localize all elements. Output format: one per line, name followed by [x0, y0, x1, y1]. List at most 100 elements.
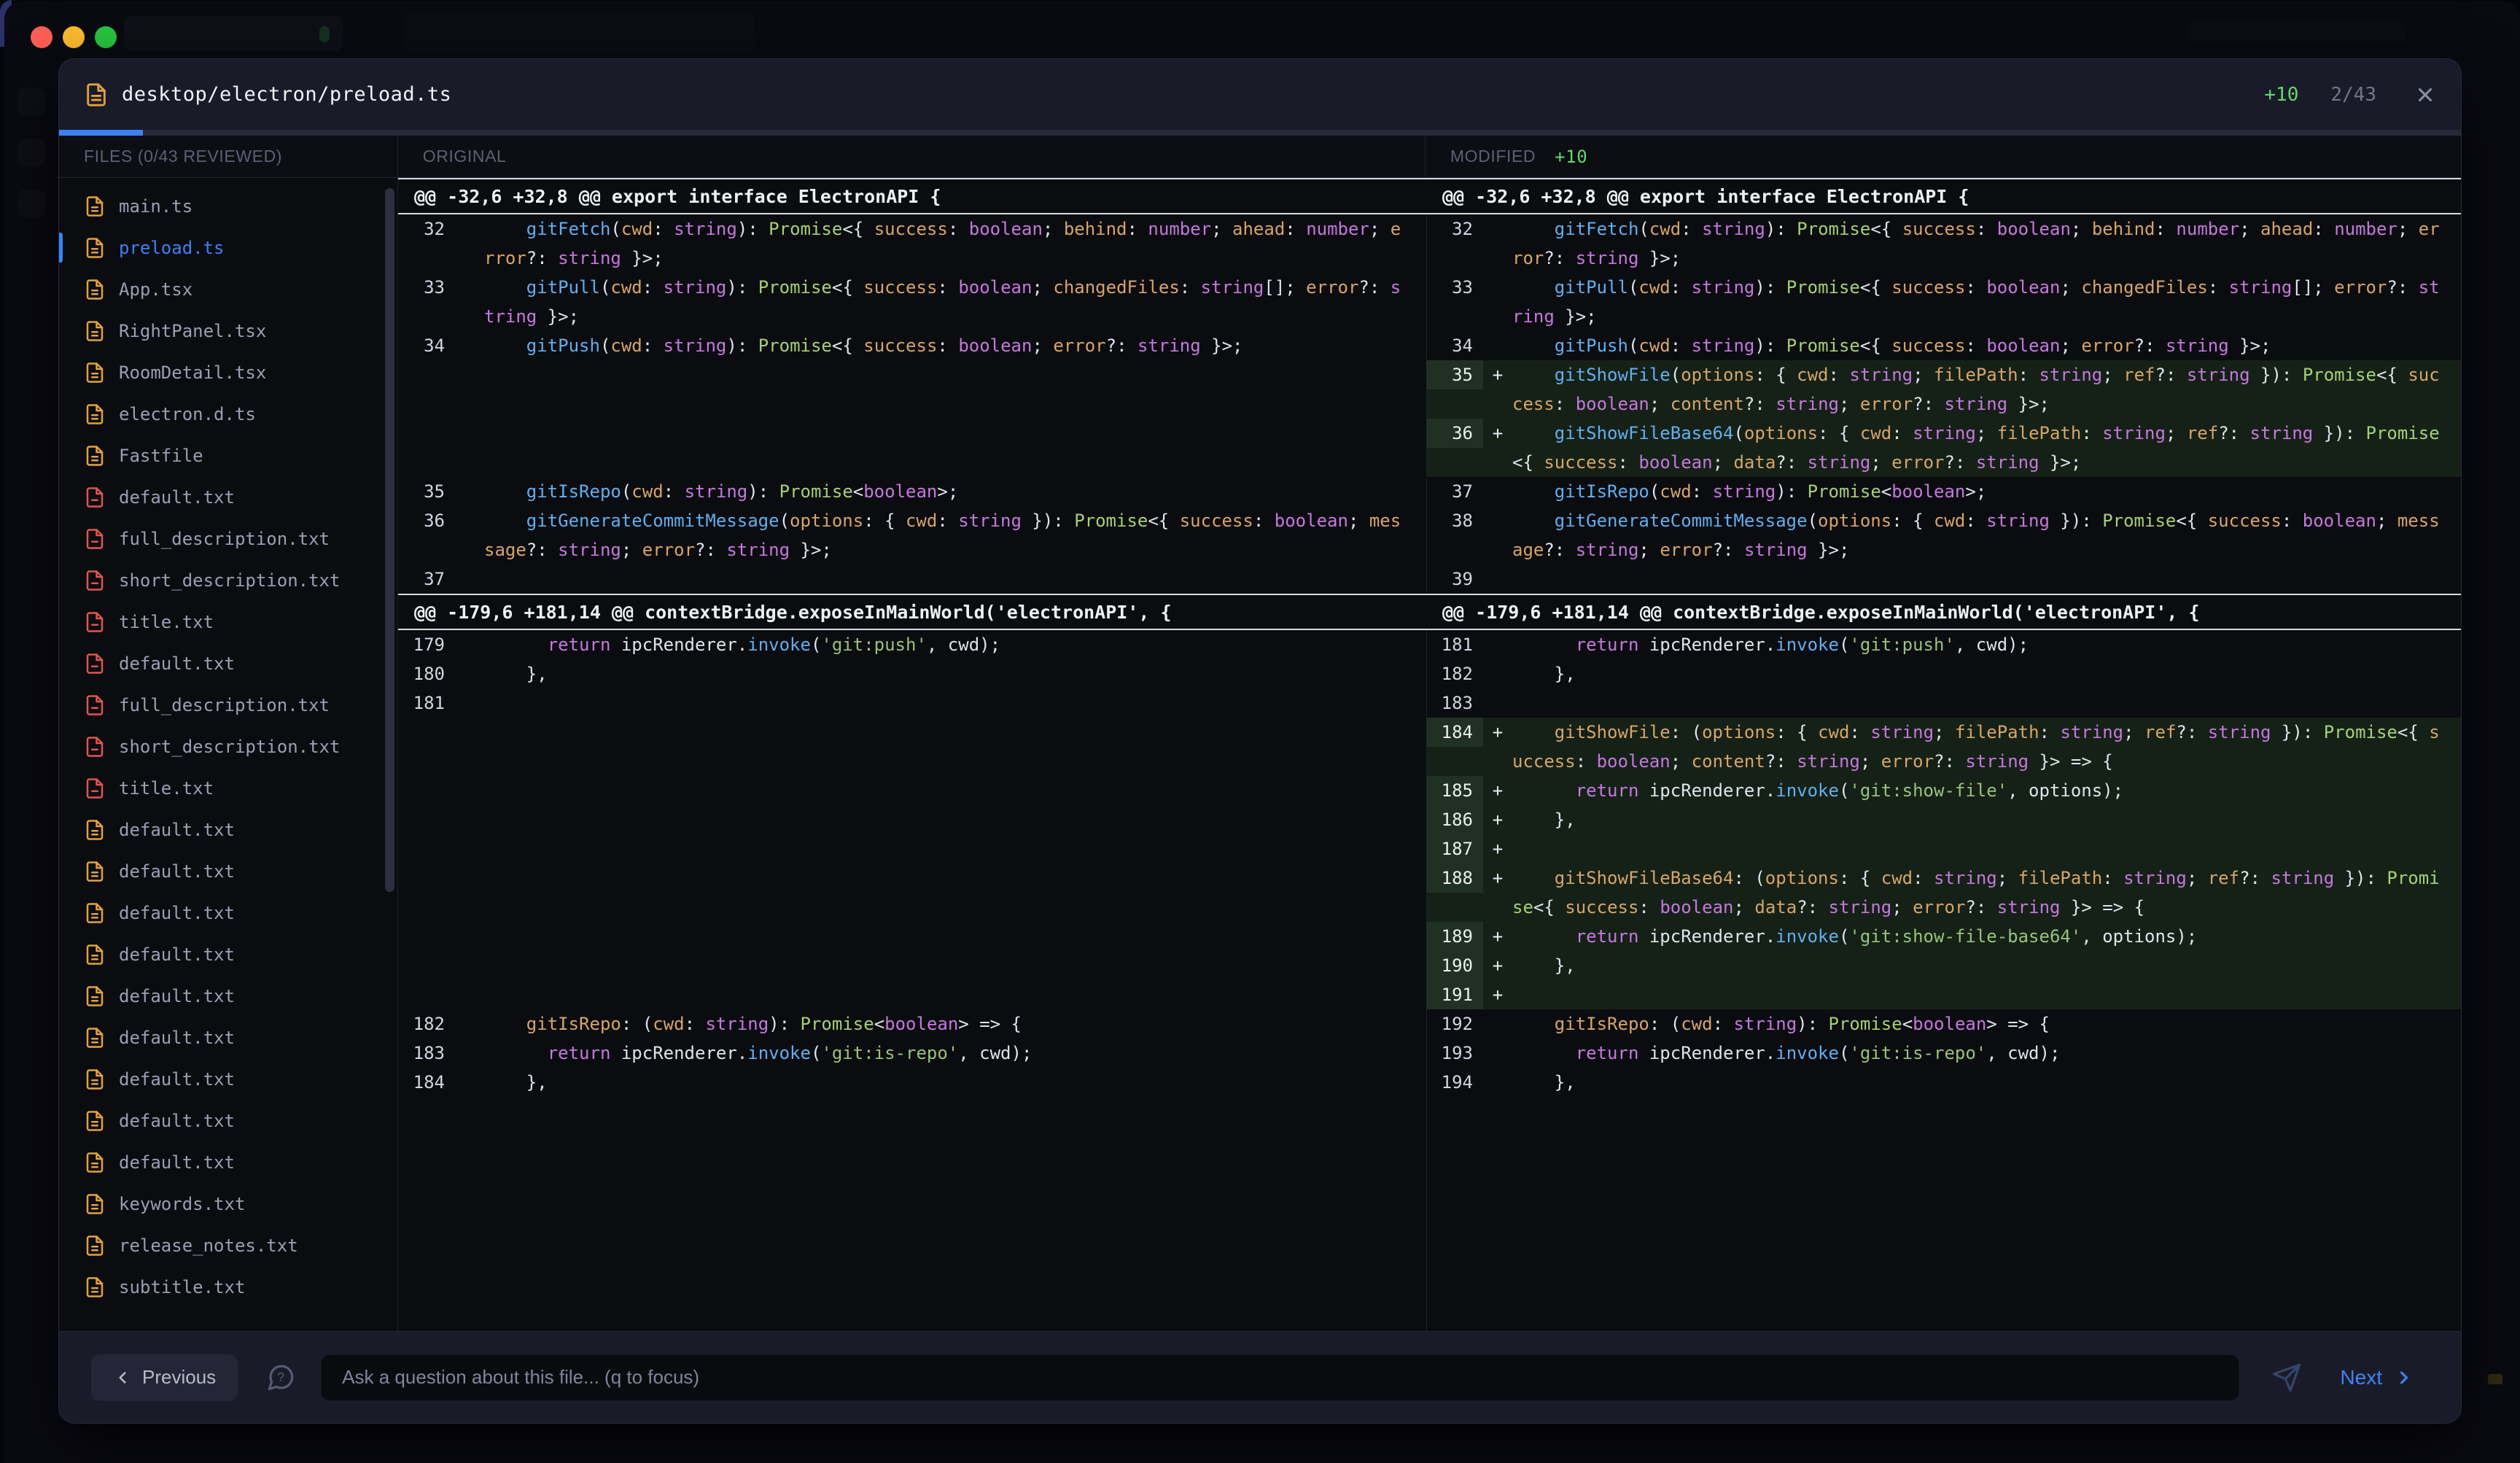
hunk-header-left: @@ -32,6 +32,8 @@ export interface Elect… — [398, 178, 1426, 214]
traffic-light-minimize-icon[interactable] — [63, 26, 85, 48]
file-name: default.txt — [119, 1069, 235, 1090]
code-text — [1512, 564, 2461, 594]
diff-line: 182 }, — [1426, 659, 2461, 688]
code-text: }, — [484, 1068, 1426, 1097]
file-minus-icon — [84, 528, 106, 550]
sidebar-file-default-txt[interactable]: default.txt — [59, 892, 397, 934]
modal-header: desktop/electron/preload.ts +10 2/43 — [59, 59, 2461, 130]
modified-pane-header: MODIFIED +10 — [1426, 136, 2461, 177]
sidebar-file-default-txt[interactable]: default.txt — [59, 1141, 397, 1183]
diff-line: 179 return ipcRenderer.invoke('git:push'… — [398, 630, 1426, 659]
file-name: default.txt — [119, 1111, 235, 1131]
file-text-icon — [84, 195, 106, 217]
sidebar-file-default-txt[interactable]: default.txt — [59, 1100, 397, 1141]
chat-question-icon[interactable]: ? — [265, 1362, 296, 1393]
file-name: default.txt — [119, 820, 235, 840]
code-text — [484, 564, 1426, 594]
previous-file-button[interactable]: Previous — [91, 1354, 238, 1401]
file-name: subtitle.txt — [119, 1277, 245, 1297]
diff-line: 35 gitIsRepo(cwd: string): Promise<boole… — [398, 477, 1426, 506]
line-number: 182 — [1426, 659, 1483, 688]
footer-bar: Previous ? Next — [59, 1331, 2461, 1423]
line-number: 39 — [1426, 564, 1483, 594]
line-number: 191 — [1426, 980, 1483, 1009]
review-progress-bar — [59, 130, 2461, 136]
svg-text:?: ? — [277, 1369, 284, 1384]
sidebar-file-release-notes-txt[interactable]: release_notes.txt — [59, 1225, 397, 1266]
diff-line: 38 gitGenerateCommitMessage(options: { c… — [1426, 506, 2461, 564]
code-text: }, — [1512, 951, 2461, 980]
background-searchbar — [405, 12, 755, 54]
file-minus-icon — [84, 486, 106, 508]
file-minus-icon — [84, 570, 106, 591]
diff-filler — [398, 951, 1426, 980]
sidebar-file-default-txt[interactable]: default.txt — [59, 643, 397, 684]
code-text: gitShowFile: (options: { cwd: string; fi… — [1512, 718, 2461, 776]
diff-filler — [398, 419, 1426, 477]
file-text-icon — [84, 1193, 106, 1215]
sidebar-file-title-txt[interactable]: title.txt — [59, 601, 397, 643]
file-text-icon — [84, 1152, 106, 1173]
file-position-counter: 2/43 — [2330, 84, 2376, 106]
sidebar-file-RoomDetail-tsx[interactable]: RoomDetail.tsx — [59, 352, 397, 393]
diff-marker: + — [1483, 419, 1512, 448]
line-number: 192 — [1426, 1009, 1483, 1039]
sidebar-file-subtitle-txt[interactable]: subtitle.txt — [59, 1266, 397, 1308]
sidebar-file-default-txt[interactable]: default.txt — [59, 975, 397, 1017]
diff-filler — [398, 864, 1426, 922]
file-name: RoomDetail.tsx — [119, 362, 266, 383]
close-icon[interactable] — [2414, 84, 2436, 106]
file-text-icon — [84, 985, 106, 1007]
ask-question-input[interactable] — [321, 1354, 2239, 1401]
code-text: gitShowFileBase64(options: { cwd: string… — [1512, 419, 2461, 477]
sidebar-file-default-txt[interactable]: default.txt — [59, 1017, 397, 1058]
sidebar-file-short-description-txt[interactable]: short_description.txt — [59, 726, 397, 767]
line-number: 190 — [1426, 951, 1483, 980]
file-name: electron.d.ts — [119, 404, 256, 424]
code-text: gitGenerateCommitMessage(options: { cwd:… — [484, 506, 1426, 564]
diff-line: 183 — [1426, 688, 2461, 718]
sidebar-file-default-txt[interactable]: default.txt — [59, 850, 397, 892]
code-text: gitIsRepo(cwd: string): Promise<boolean>… — [484, 477, 1426, 506]
send-icon[interactable] — [2271, 1362, 2302, 1393]
file-text-icon — [84, 237, 106, 259]
traffic-light-close-icon[interactable] — [31, 26, 52, 48]
sidebar-file-default-txt[interactable]: default.txt — [59, 934, 397, 975]
line-number: 184 — [398, 1068, 455, 1097]
sidebar-file-default-txt[interactable]: default.txt — [59, 476, 397, 518]
code-text: return ipcRenderer.invoke('git:show-file… — [1512, 922, 2461, 951]
sidebar-file-default-txt[interactable]: default.txt — [59, 1058, 397, 1100]
sidebar-file-title-txt[interactable]: title.txt — [59, 767, 397, 809]
line-number: 184 — [1426, 718, 1483, 747]
line-number: 179 — [398, 630, 455, 659]
line-number: 187 — [1426, 834, 1483, 864]
diff-line: 34 gitPush(cwd: string): Promise<{ succe… — [398, 331, 1426, 360]
file-text-icon — [84, 944, 106, 966]
sidebar-file-RightPanel-tsx[interactable]: RightPanel.tsx — [59, 310, 397, 352]
background-indicator — [319, 26, 330, 42]
sidebar-file-electron-d-ts[interactable]: electron.d.ts — [59, 393, 397, 435]
code-text — [1512, 688, 2461, 718]
sidebar-file-main-ts[interactable]: main.ts — [59, 185, 397, 227]
sidebar-scrollbar[interactable] — [385, 188, 394, 892]
file-text-icon — [84, 819, 106, 841]
sidebar-file-full-description-txt[interactable]: full_description.txt — [59, 684, 397, 726]
traffic-light-zoom-icon[interactable] — [95, 26, 117, 48]
code-text: return ipcRenderer.invoke('git:is-repo',… — [484, 1039, 1426, 1068]
sidebar-file-Fastfile[interactable]: Fastfile — [59, 435, 397, 476]
code-text: gitGenerateCommitMessage(options: { cwd:… — [1512, 506, 2461, 564]
sidebar-file-keywords-txt[interactable]: keywords.txt — [59, 1183, 397, 1225]
sidebar-file-default-txt[interactable]: default.txt — [59, 809, 397, 850]
next-file-button[interactable]: Next — [2340, 1366, 2414, 1389]
sidebar-file-App-tsx[interactable]: App.tsx — [59, 268, 397, 310]
line-number: 33 — [398, 273, 455, 302]
diff-line: 37 gitIsRepo(cwd: string): Promise<boole… — [1426, 477, 2461, 506]
file-name: keywords.txt — [119, 1194, 245, 1214]
diff-view: @@ -32,6 +32,8 @@ export interface Elect… — [398, 178, 2461, 1331]
sidebar-file-short-description-txt[interactable]: short_description.txt — [59, 559, 397, 601]
sidebar-file-full-description-txt[interactable]: full_description.txt — [59, 518, 397, 559]
diff-line: 181 — [398, 688, 1426, 718]
file-text-icon — [84, 82, 109, 107]
sidebar-file-preload-ts[interactable]: preload.ts — [59, 227, 397, 268]
code-text: gitFetch(cwd: string): Promise<{ success… — [484, 214, 1426, 273]
